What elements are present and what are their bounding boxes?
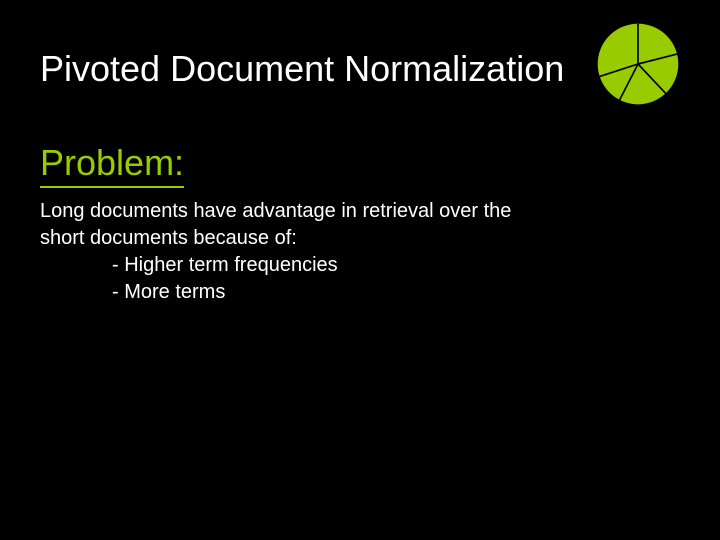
list-item: - More terms — [112, 279, 680, 306]
body-text: Long documents have advantage in retriev… — [40, 198, 580, 252]
section: Problem: Long documents have advantage i… — [40, 142, 680, 306]
pie-icon — [596, 22, 680, 106]
list-item: - Higher term frequencies — [112, 252, 680, 279]
bullet-list: - Higher term frequencies - More terms — [40, 252, 680, 306]
slide: Pivoted Document Normalization Problem: … — [0, 0, 720, 540]
slide-title: Pivoted Document Normalization — [40, 48, 680, 90]
body-line: short documents because of: — [40, 225, 580, 252]
section-heading: Problem: — [40, 142, 184, 188]
body-line: Long documents have advantage in retriev… — [40, 198, 580, 225]
